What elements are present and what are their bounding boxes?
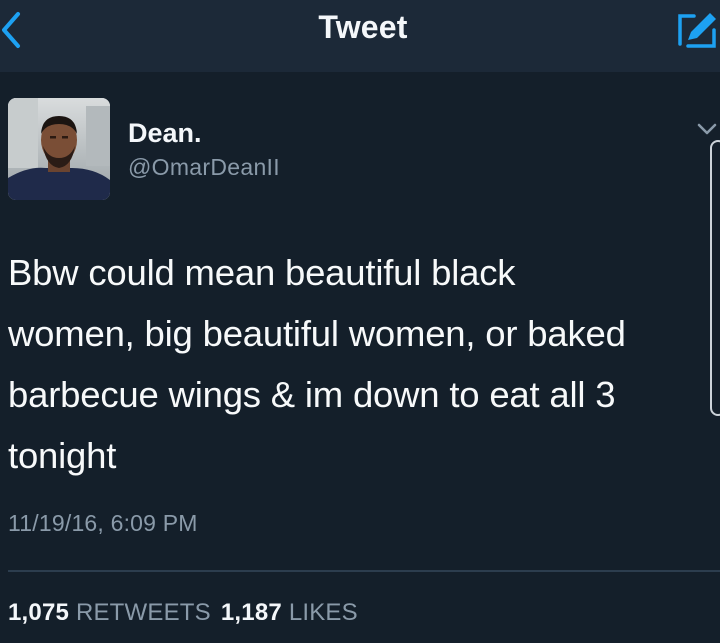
chevron-down-icon	[697, 123, 717, 135]
author-display-name[interactable]: Dean.	[128, 118, 202, 149]
nav-bar: Tweet	[0, 0, 720, 72]
compose-icon	[678, 13, 716, 48]
likes-label: LIKES	[288, 599, 358, 626]
tweet-timestamp: 11/19/16, 6:09 PM	[8, 510, 198, 536]
author-username[interactable]: @OmarDeanII	[128, 154, 280, 181]
tweet-detail: Dean. @OmarDeanII Bbw could mean beautif…	[0, 72, 720, 643]
page-title: Tweet	[318, 9, 408, 45]
divider	[8, 570, 720, 572]
tweet-text-line: women, big beautiful women, or baked	[8, 313, 626, 354]
engagement-stats: 1,075 RETWEETS 1,187 LIKES	[8, 599, 358, 627]
tweet-options-button[interactable]	[696, 120, 718, 138]
avatar[interactable]	[8, 98, 110, 200]
profile-photo	[8, 98, 110, 200]
retweets-stat[interactable]: 1,075 RETWEETS	[8, 599, 211, 626]
scroll-indicator	[710, 140, 720, 416]
tweet-text: Bbw could mean beautiful black women, bi…	[8, 242, 708, 486]
tweet-text-line: Bbw could mean beautiful black	[8, 252, 516, 293]
retweets-label: RETWEETS	[75, 599, 211, 626]
tweet-text-line: tonight	[8, 435, 117, 476]
tweet-detail-screen: Tweet Dean. @OmarDeanII Bbw could mean b…	[0, 0, 720, 643]
likes-count: 1,187	[220, 599, 282, 626]
retweets-count: 1,075	[8, 599, 70, 626]
likes-stat[interactable]: 1,187 LIKES	[221, 599, 358, 626]
tweet-text-line: barbecue wings & im down to eat all 3	[8, 374, 616, 415]
compose-button[interactable]	[674, 6, 720, 52]
